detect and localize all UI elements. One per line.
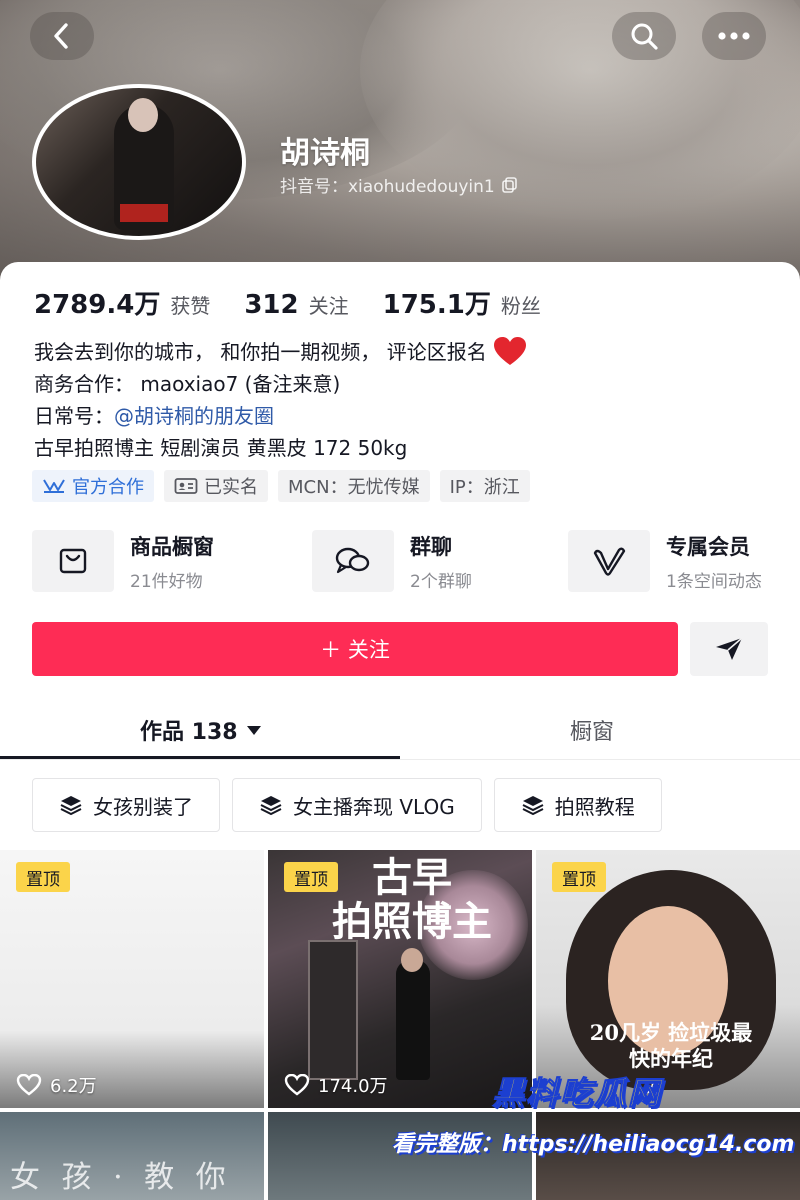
avatar-image [36, 88, 242, 236]
tag-ip: IP：浙江 [439, 470, 530, 502]
feature-title: 群聊 [410, 534, 452, 559]
douyin-id-text: 抖音号：xiaohudedouyin1 [280, 177, 495, 197]
stats-row: 2789.4万 获赞 312 关注 175.1万 粉丝 [34, 284, 575, 321]
following-count[interactable]: 312 [244, 290, 298, 320]
feature-subtitle: 2个群聊 [410, 571, 472, 592]
bio: 我会去到你的城市， 和你拍一期视频， 评论区报名 商务合作： maoxiao7 … [34, 336, 527, 464]
profile-name: 胡诗桐 [280, 136, 370, 171]
bio-line: 商务合作： maoxiao7 (备注来意) [34, 372, 341, 396]
tags-row: 官方合作 已实名 MCN：无忧传媒 IP：浙江 [32, 470, 530, 502]
pinned-badge: 置顶 [16, 862, 70, 892]
stack-icon [60, 796, 82, 816]
content-tabs: 作品 138 橱窗 [0, 700, 800, 760]
likes-label[interactable]: 获赞 [170, 290, 210, 319]
likes-count: 2789.4万 [34, 290, 161, 320]
tag-official[interactable]: 官方合作 [32, 470, 154, 502]
collection-chip[interactable]: 拍照教程 [493, 778, 662, 832]
follow-button[interactable]: ＋ 关注 [32, 622, 678, 676]
stack-icon [522, 796, 544, 816]
feature-group-chat[interactable]: 群聊 2个群聊 [312, 530, 472, 592]
likes-count: 6.2万 [16, 1072, 97, 1098]
bio-line-prefix: 日常号： [34, 404, 114, 428]
follow-label: ＋ 关注 [320, 638, 390, 662]
avatar[interactable] [32, 84, 246, 240]
id-card-icon [174, 478, 198, 494]
bio-line: 我会去到你的城市， 和你拍一期视频， 评论区报名 [34, 340, 487, 364]
heart-icon [493, 337, 526, 365]
tab-window[interactable]: 橱窗 [570, 714, 614, 746]
feature-title: 商品橱窗 [130, 534, 214, 559]
feature-title: 专属会员 [666, 534, 750, 559]
collection-chip[interactable]: 女主播奔现 VLOG [232, 778, 482, 832]
heart-outline-icon [16, 1074, 42, 1096]
search-icon [631, 23, 658, 50]
features-row: 商品橱窗 21件好物 群聊 2个群聊 专属会员 1条空间动态 [32, 530, 800, 592]
more-dots-icon [718, 32, 750, 40]
collection-chip[interactable]: 女孩别装了 [32, 778, 220, 832]
video-tile[interactable]: 女 孩 · 教 你 [0, 1112, 264, 1200]
official-icon [43, 479, 65, 493]
tag-verified[interactable]: 已实名 [164, 470, 268, 502]
send-arrow-icon [716, 637, 743, 660]
video-title-overlay: 20几岁 捡垃圾最 快的年纪 [589, 1020, 753, 1071]
feature-subtitle: 1条空间动态 [666, 571, 762, 592]
stack-icon [260, 796, 282, 816]
video-tile[interactable]: 置顶 6.2万 [0, 850, 264, 1108]
bio-line: 古早拍照博主 短剧演员 黄黑皮 172 50kg [34, 436, 408, 460]
watermark-brand: 黑料吃瓜网 [491, 1074, 663, 1113]
feature-shop-window[interactable]: 商品橱窗 21件好物 [32, 530, 214, 592]
douyin-id[interactable]: 抖音号：xiaohudedouyin1 [280, 172, 519, 197]
more-button[interactable] [702, 12, 766, 60]
active-tab-indicator [0, 756, 400, 759]
watermark-url: 看完整版：https://heiliaocg14.com [392, 1132, 795, 1157]
caret-down-icon [246, 726, 261, 735]
profile-card: 2789.4万 获赞 312 关注 175.1万 粉丝 我会去到你的城市， 和你… [0, 262, 800, 1200]
followers-count[interactable]: 175.1万 [383, 284, 491, 321]
collections-row: 女孩别装了 女主播奔现 VLOG 拍照教程 [32, 778, 662, 832]
followers-label[interactable]: 粉丝 [501, 290, 541, 319]
shopping-bag-icon [59, 548, 87, 574]
likes-count: 174.0万 [284, 1072, 388, 1098]
following-label[interactable]: 关注 [309, 290, 349, 319]
search-button[interactable] [612, 12, 676, 60]
feature-subtitle: 21件好物 [130, 571, 203, 592]
daily-account-link[interactable]: @胡诗桐的朋友圈 [114, 400, 274, 432]
share-button[interactable] [690, 622, 768, 676]
v-badge-icon [593, 547, 626, 576]
tab-works[interactable]: 作品 138 [140, 714, 262, 746]
back-button[interactable] [30, 12, 94, 60]
heart-outline-icon [284, 1074, 310, 1096]
chat-bubbles-icon [335, 547, 370, 574]
pinned-badge: 置顶 [284, 862, 338, 892]
pinned-badge: 置顶 [552, 862, 606, 892]
tag-mcn[interactable]: MCN：无忧传媒 [278, 470, 430, 502]
feature-membership[interactable]: 专属会员 1条空间动态 [568, 530, 762, 592]
chevron-left-icon [54, 23, 68, 49]
copy-icon[interactable] [501, 176, 519, 194]
